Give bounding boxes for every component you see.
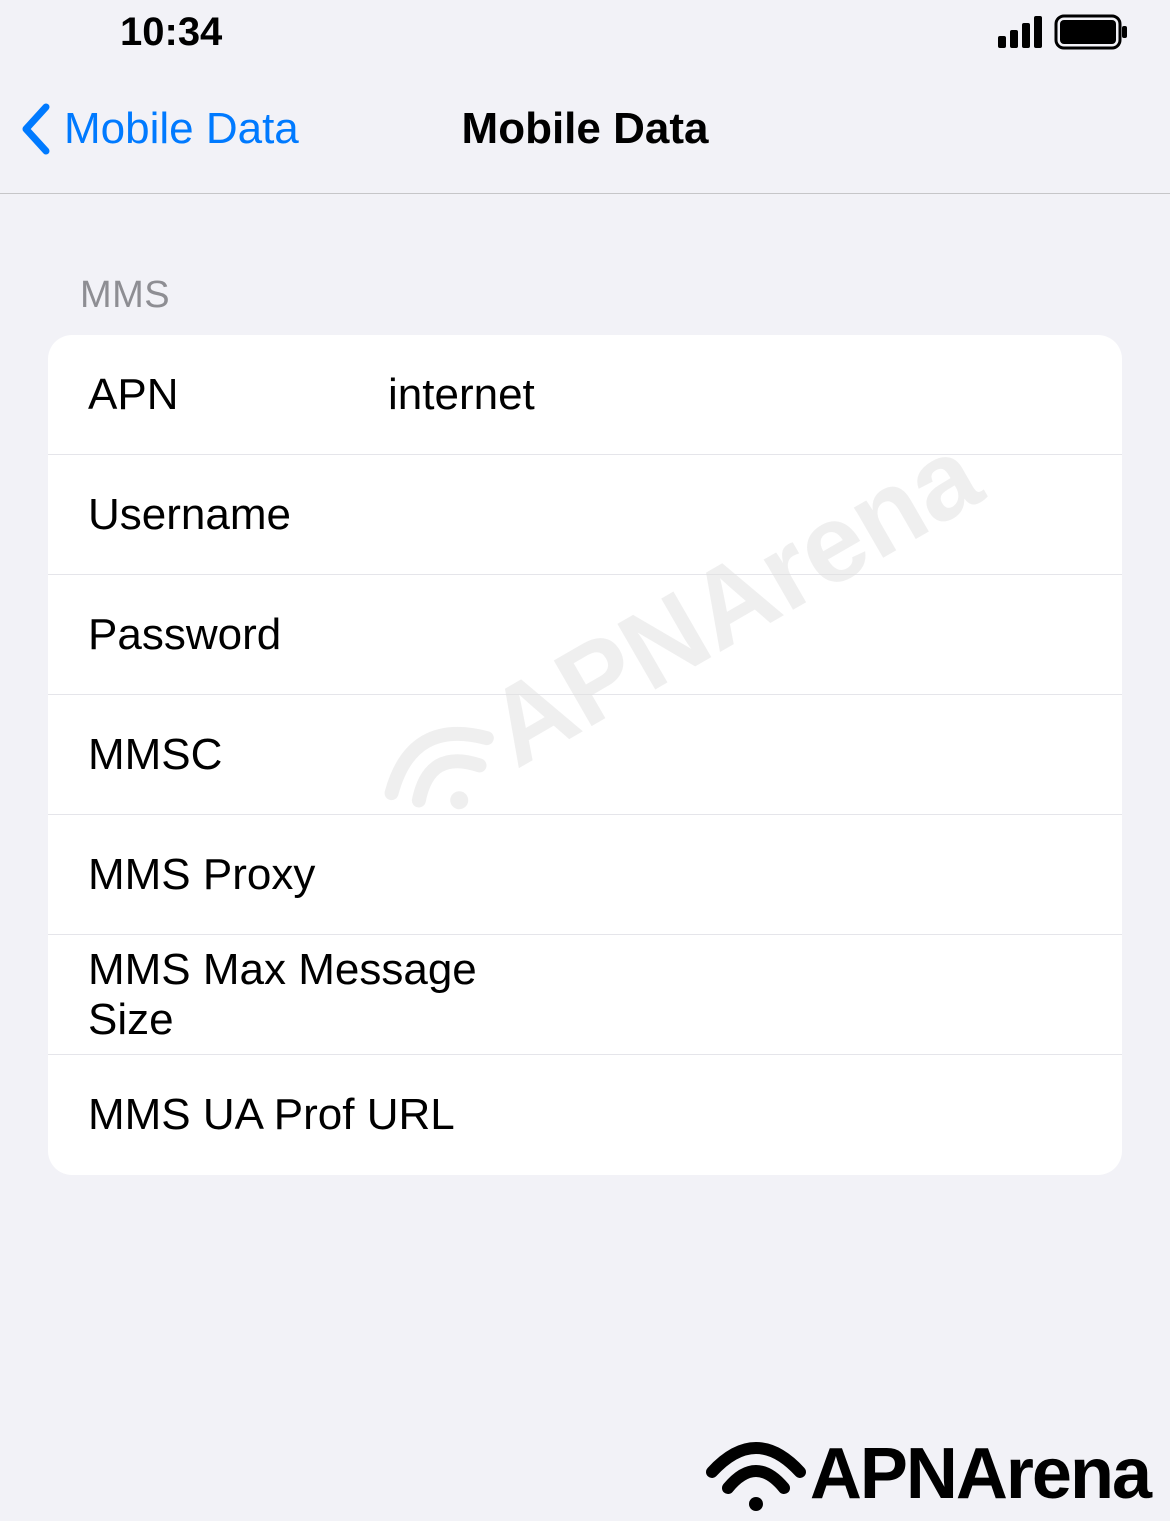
page-title: Mobile Data (462, 104, 709, 154)
row-label: MMSC (88, 730, 388, 780)
row-label: APN (88, 370, 388, 420)
settings-row-mmsc[interactable]: MMSC (48, 695, 1122, 815)
settings-row-mms-proxy[interactable]: MMS Proxy (48, 815, 1122, 935)
settings-group-mms: APN Username Password MMSC MMS Proxy MMS… (48, 335, 1122, 1175)
row-label: MMS UA Prof URL (88, 1090, 547, 1140)
chevron-left-icon (20, 103, 52, 155)
back-label: Mobile Data (64, 104, 299, 154)
cellular-signal-icon (998, 16, 1044, 48)
footer-watermark-text: APNArena (810, 1433, 1150, 1515)
status-time: 10:34 (120, 10, 222, 55)
status-bar: 10:34 (0, 0, 1170, 64)
settings-row-mms-max-size[interactable]: MMS Max Message Size (48, 935, 1122, 1055)
row-label: MMS Proxy (88, 850, 388, 900)
settings-row-username[interactable]: Username (48, 455, 1122, 575)
section-header-mms: MMS (48, 274, 1122, 335)
mmsc-input[interactable] (388, 730, 1122, 780)
status-indicators (998, 14, 1130, 50)
settings-row-password[interactable]: Password (48, 575, 1122, 695)
row-label: Password (88, 610, 388, 660)
wifi-icon (706, 1434, 806, 1514)
settings-row-mms-ua-prof[interactable]: MMS UA Prof URL (48, 1055, 1122, 1175)
mms-ua-prof-input[interactable] (547, 1090, 1122, 1140)
battery-icon (1054, 14, 1130, 50)
settings-row-apn[interactable]: APN (48, 335, 1122, 455)
username-input[interactable] (388, 490, 1122, 540)
mms-proxy-input[interactable] (388, 850, 1122, 900)
navigation-bar: Mobile Data Mobile Data (0, 64, 1170, 194)
row-label: Username (88, 490, 388, 540)
apn-input[interactable] (388, 370, 1122, 420)
row-label: MMS Max Message Size (88, 945, 547, 1045)
back-button[interactable]: Mobile Data (0, 103, 299, 155)
footer-watermark: APNArena (706, 1433, 1150, 1515)
content: MMS APN Username Password MMSC MMS Proxy… (0, 194, 1170, 1175)
mms-max-size-input[interactable] (547, 970, 1122, 1020)
password-input[interactable] (388, 610, 1122, 660)
